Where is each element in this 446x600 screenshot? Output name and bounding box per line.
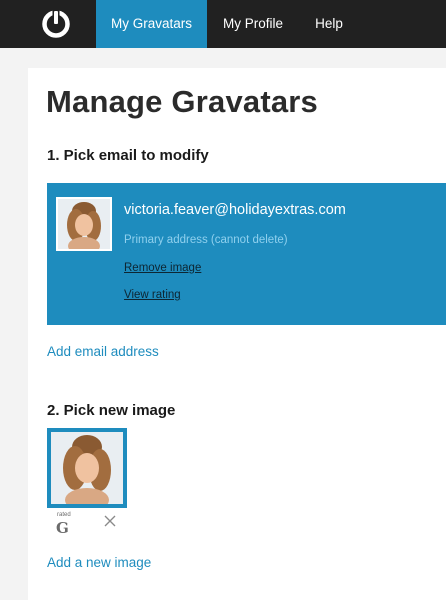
nav-my-gravatars[interactable]: My Gravatars xyxy=(96,0,207,48)
page-title: Manage Gravatars xyxy=(46,84,318,119)
rating-letter: G xyxy=(56,519,69,537)
add-new-image-link[interactable]: Add a new image xyxy=(47,555,151,570)
close-icon[interactable] xyxy=(103,514,117,528)
rating-g-icon[interactable]: rated G xyxy=(55,512,71,537)
section-pick-image-title: 2. Pick new image xyxy=(47,402,176,419)
nav-help[interactable]: Help xyxy=(299,0,359,48)
nav-my-profile[interactable]: My Profile xyxy=(207,0,299,48)
remove-image-link[interactable]: Remove image xyxy=(124,262,201,274)
rating-small-text: rated xyxy=(57,512,71,518)
section-pick-email-title: 1. Pick email to modify xyxy=(47,147,209,164)
selected-email-card[interactable]: victoria.feaver@holidayextras.com Primar… xyxy=(47,183,446,325)
image-thumbnail[interactable] xyxy=(47,428,127,508)
add-email-link[interactable]: Add email address xyxy=(47,344,159,359)
view-rating-link[interactable]: View rating xyxy=(124,289,181,301)
gravatar-logo-icon[interactable] xyxy=(26,0,86,48)
top-navigation-bar: My Gravatars My Profile Help xyxy=(0,0,446,48)
email-address: victoria.feaver@holidayextras.com xyxy=(124,202,346,218)
email-status: Primary address (cannot delete) xyxy=(124,234,288,246)
avatar xyxy=(56,197,112,251)
